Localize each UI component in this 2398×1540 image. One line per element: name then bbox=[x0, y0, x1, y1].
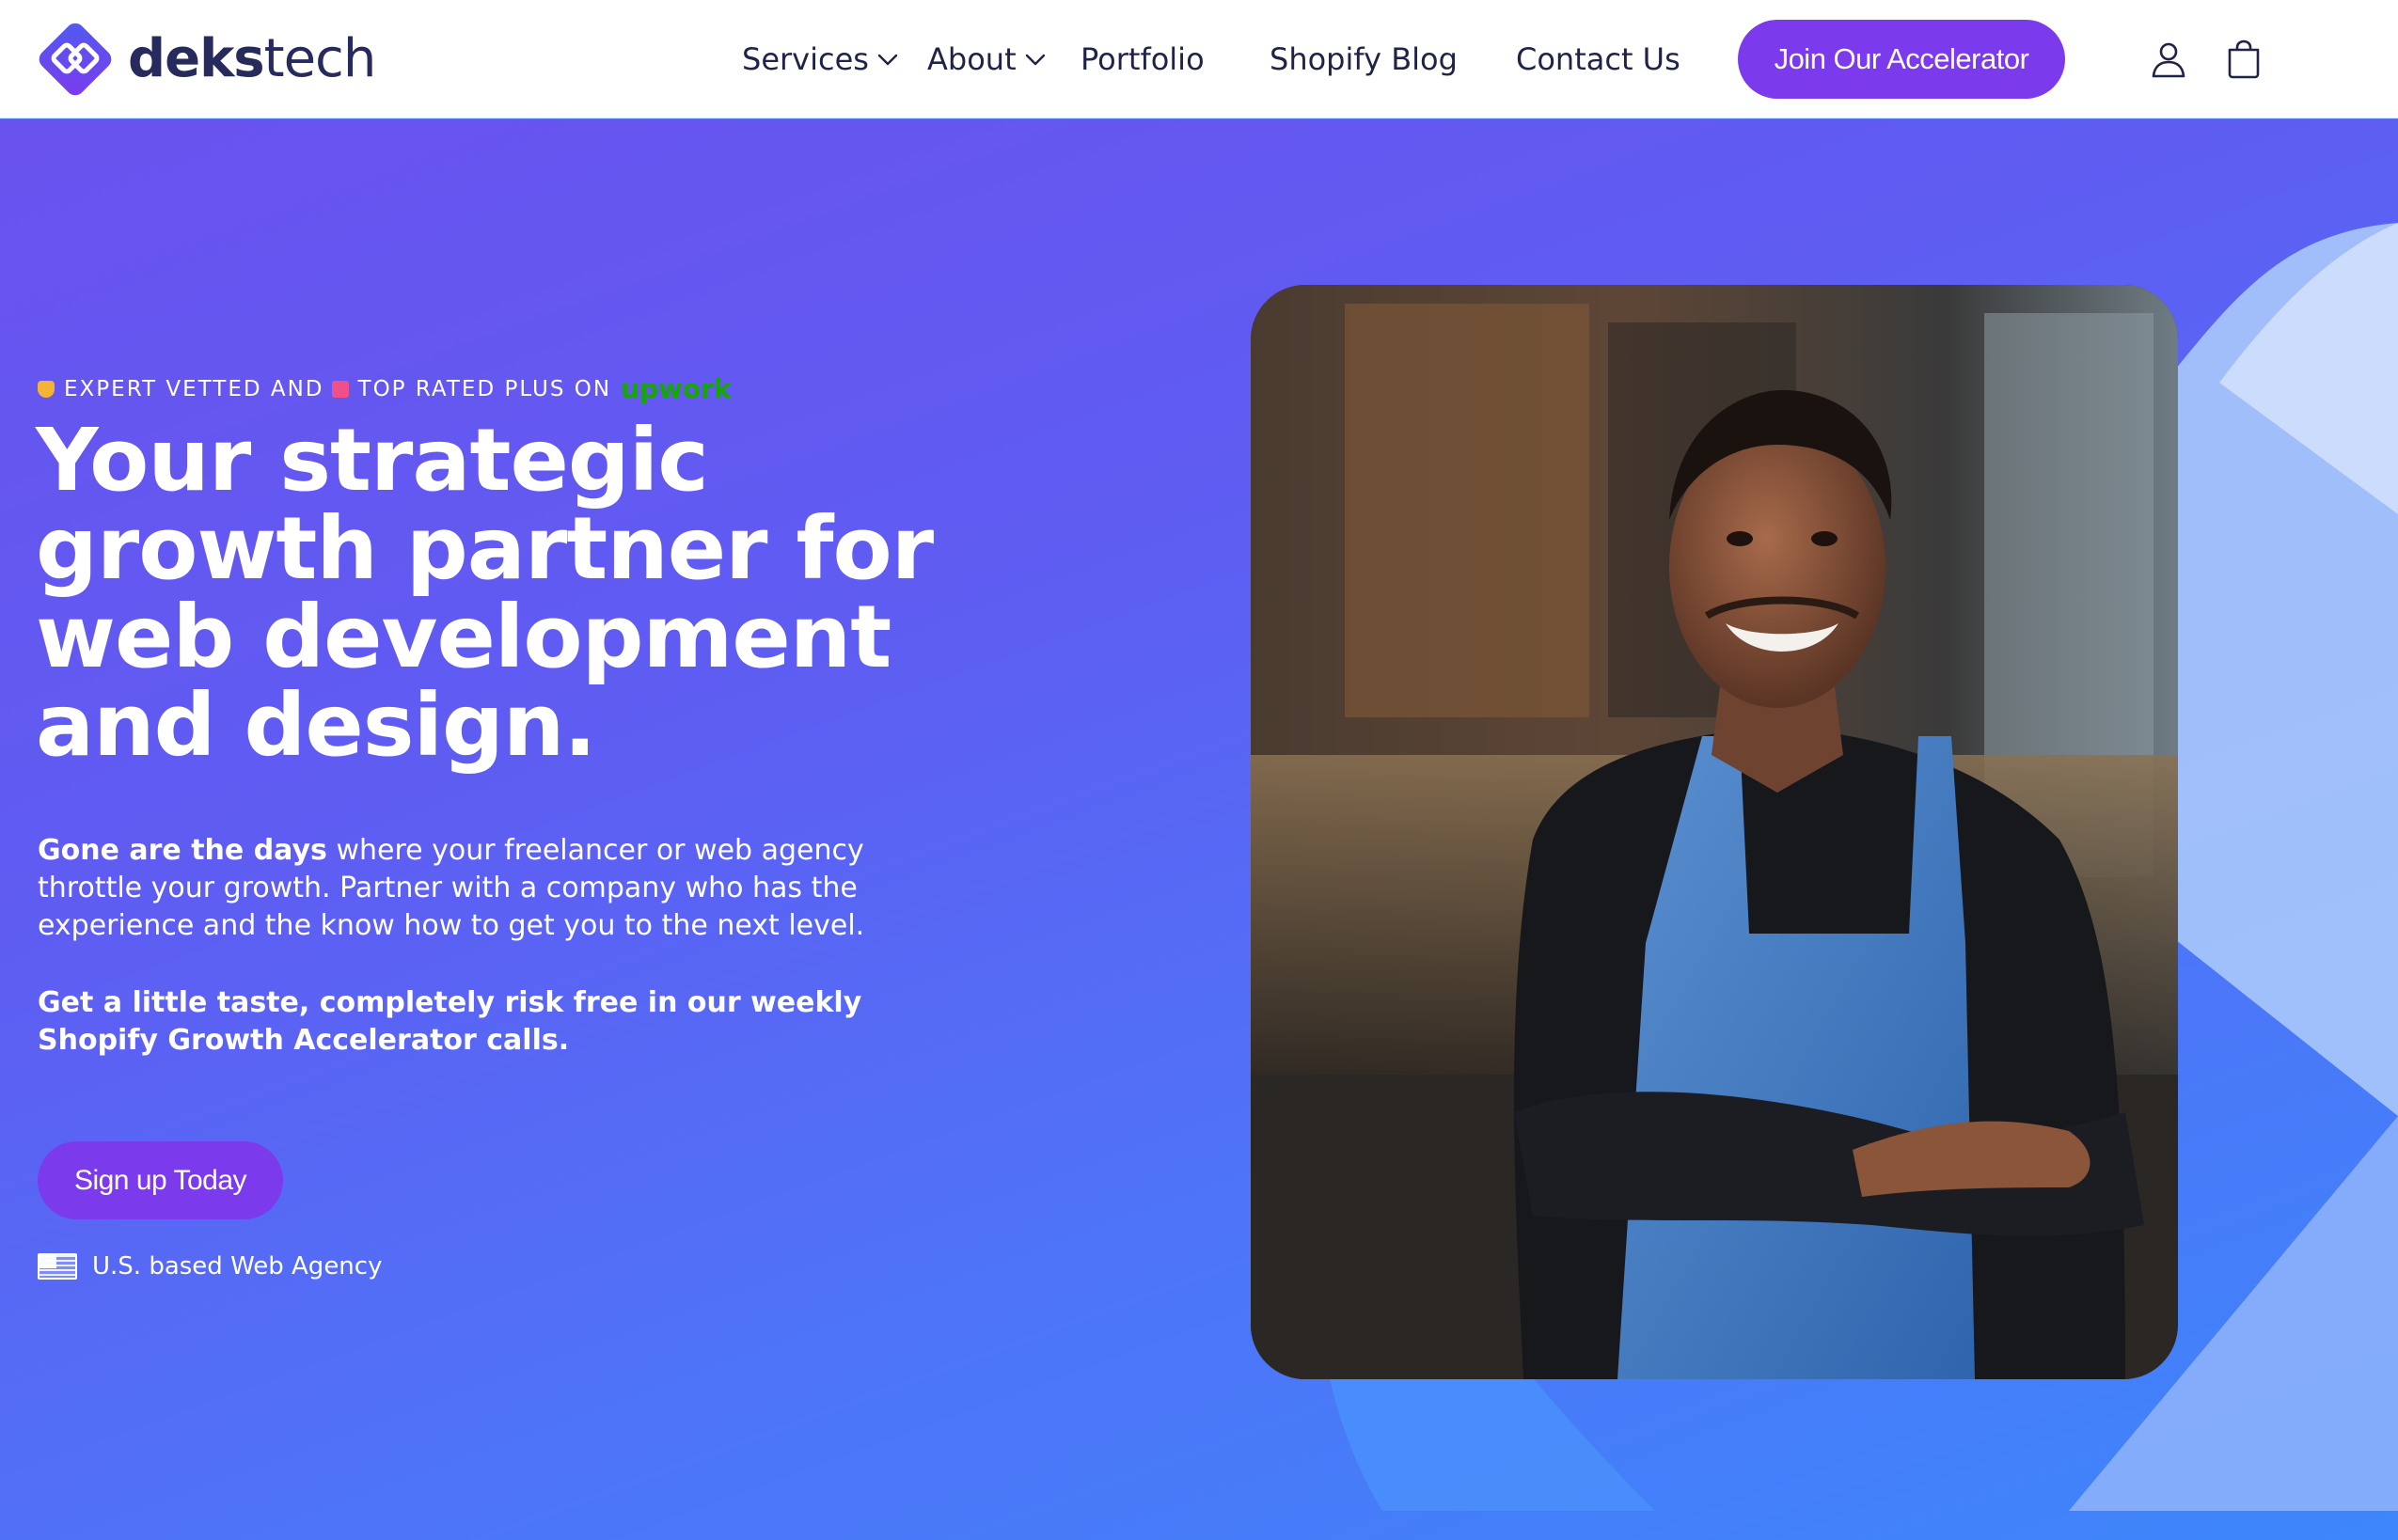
chevron-down-icon bbox=[876, 48, 899, 71]
hero-paragraph-lead: Gone are the days bbox=[38, 834, 327, 867]
join-accelerator-button[interactable]: Join Our Accelerator bbox=[1738, 20, 2065, 99]
hero-photo bbox=[1251, 285, 2178, 1379]
nav-portfolio[interactable]: Portfolio bbox=[1081, 38, 1205, 81]
nav-services[interactable]: Services bbox=[742, 38, 899, 81]
user-icon[interactable] bbox=[2145, 36, 2192, 83]
sign-up-button[interactable]: Sign up Today bbox=[38, 1141, 283, 1219]
nav-about-label: About bbox=[927, 41, 1017, 77]
hero-offer-text: Get a little taste, completely risk free… bbox=[38, 986, 862, 1057]
top-rated-badge-icon bbox=[331, 380, 349, 398]
trust-badge-line: EXPERT VETTED AND TOP RATED PLUS ON upwo… bbox=[38, 373, 732, 404]
shield-badge-icon bbox=[38, 380, 55, 398]
brand-logo[interactable]: dekstech bbox=[36, 21, 376, 98]
nav-services-label: Services bbox=[742, 41, 869, 77]
hero-section: EXPERT VETTED AND TOP RATED PLUS ON upwo… bbox=[0, 119, 2398, 1540]
diamond-logo-icon bbox=[39, 23, 112, 96]
upwork-logo: upwork bbox=[621, 373, 732, 404]
location-line: U.S. based Web Agency bbox=[38, 1252, 382, 1281]
nav-about[interactable]: About bbox=[927, 38, 1047, 81]
bag-icon[interactable] bbox=[2220, 36, 2267, 83]
hero-headline: Your strategic growth partner for web de… bbox=[36, 410, 934, 776]
site-header: dekstech Services About Portfolio Shopif… bbox=[0, 0, 2398, 118]
location-text: U.S. based Web Agency bbox=[92, 1252, 383, 1281]
brand-name: dekstech bbox=[128, 28, 376, 89]
nav-contact-us[interactable]: Contact Us bbox=[1516, 38, 1680, 81]
badge-top-rated-text: TOP RATED PLUS ON bbox=[357, 376, 612, 401]
nav-shopify-blog[interactable]: Shopify Blog bbox=[1270, 38, 1458, 81]
hero-paragraph: Gone are the days where your freelancer … bbox=[38, 832, 969, 945]
badge-expert-text: EXPERT VETTED AND bbox=[64, 376, 324, 401]
us-flag-icon bbox=[38, 1253, 77, 1280]
chevron-down-icon bbox=[1024, 48, 1047, 71]
